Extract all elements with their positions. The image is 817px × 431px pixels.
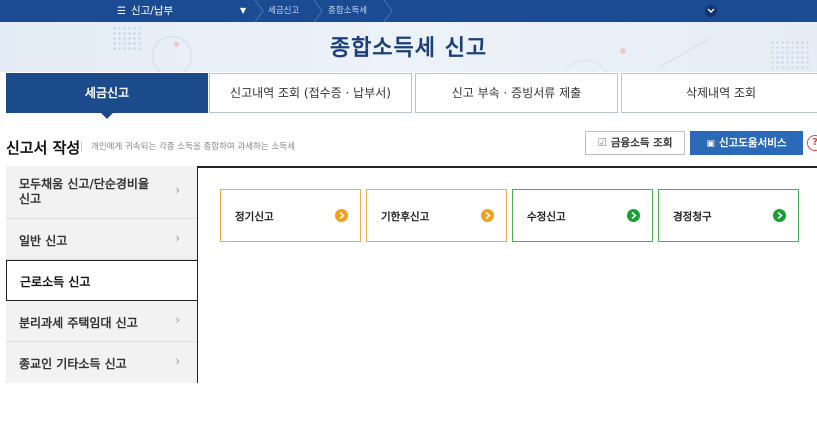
top-nav-bar: ☰ 신고/납부 ▼ 세금신고 종합소득세 <box>0 0 817 22</box>
menu-label: 신고/납부 <box>130 5 174 17</box>
sidebar-item-housing-rental[interactable]: 분리과세 주택임대 신고 › <box>6 301 197 342</box>
sidebar-item-label: 종교인 기타소득 신고 <box>19 357 127 371</box>
sidebar: 모두채움 신고/단순경비율 신고 › 일반 신고 › 근로소득 신고 분리과세 … <box>6 166 197 383</box>
breadcrumb-separator-icon <box>382 0 394 22</box>
checkbox-icon: ☑ <box>597 137 607 149</box>
help-service-button[interactable]: ▣ 신고도움서비스 <box>690 131 803 155</box>
tab-filing-history[interactable]: 신고내역 조회 (접수증 · 납부서) <box>209 73 412 113</box>
chevron-right-icon: › <box>175 354 180 368</box>
breadcrumb-item[interactable]: 종합소득세 <box>328 0 367 22</box>
book-icon: ▣ <box>706 139 715 149</box>
arrow-right-icon <box>335 209 348 222</box>
sidebar-item-label: 일반 신고 <box>19 234 68 248</box>
divider <box>81 141 82 152</box>
breadcrumb-item[interactable]: 세금신고 <box>268 0 299 22</box>
tab-document-submit[interactable]: 신고 부속 · 증빙서류 제출 <box>415 73 618 113</box>
chevron-right-icon: › <box>175 313 180 327</box>
card-correction-claim[interactable]: 경정청구 <box>658 189 799 242</box>
tab-bar: 세금신고 신고내역 조회 (접수증 · 납부서) 신고 부속 · 증빙서류 제출… <box>6 73 817 119</box>
hamburger-icon: ☰ <box>117 6 126 17</box>
sidebar-item-general[interactable]: 일반 신고 › <box>6 219 197 260</box>
card-label: 정기신고 <box>235 211 274 223</box>
content-panel: 정기신고 기한후신고 수정신고 경정청구 <box>197 166 817 383</box>
sidebar-item-label: 분리과세 주택임대 신고 <box>19 316 138 330</box>
arrow-right-icon <box>627 209 640 222</box>
help-service-label: 신고도움서비스 <box>718 137 787 149</box>
breadcrumb-separator-icon <box>253 0 265 22</box>
chevron-down-icon[interactable] <box>705 5 717 17</box>
sidebar-item-earned-income[interactable]: 근로소득 신고 <box>6 260 197 301</box>
dropdown-arrow-icon: ▼ <box>240 6 247 15</box>
tab-tax-filing[interactable]: 세금신고 <box>6 73 208 119</box>
sidebar-item-label: 근로소득 신고 <box>20 275 91 289</box>
breadcrumb-separator-icon <box>312 0 324 22</box>
financial-income-button[interactable]: ☑ 금융소득 조회 <box>585 131 685 155</box>
menu-select[interactable]: ☰ 신고/납부 ▼ <box>117 2 257 20</box>
card-label: 기한후신고 <box>381 211 430 223</box>
chevron-right-icon: › <box>175 183 180 197</box>
card-label: 수정신고 <box>527 211 566 223</box>
sidebar-item-label: 모두채움 신고/단순경비율 신고 <box>19 177 150 206</box>
hero-banner: 종합소득세 신고 <box>0 22 817 72</box>
chevron-right-icon: › <box>175 231 180 245</box>
page-title: 종합소득세 신고 <box>329 36 488 61</box>
section-description: 개인에게 귀속되는 각종 소득을 종합하여 과세하는 소득세 <box>91 142 295 152</box>
section-title: 신고서 작성 <box>6 139 81 157</box>
card-label: 경정청구 <box>673 211 712 223</box>
sidebar-item-religious[interactable]: 종교인 기타소득 신고 › <box>6 342 197 383</box>
arrow-right-icon <box>481 209 494 222</box>
tab-deleted-history[interactable]: 삭제내역 조회 <box>621 73 817 113</box>
card-late-filing[interactable]: 기한후신고 <box>366 189 507 242</box>
sidebar-item-prefilled[interactable]: 모두채움 신고/단순경비율 신고 › <box>6 166 197 219</box>
financial-income-label: 금융소득 조회 <box>610 137 673 149</box>
card-amended-filing[interactable]: 수정신고 <box>512 189 653 242</box>
card-regular-filing[interactable]: 정기신고 <box>220 189 361 242</box>
arrow-right-icon <box>773 209 786 222</box>
help-icon[interactable]: ? <box>807 135 817 151</box>
